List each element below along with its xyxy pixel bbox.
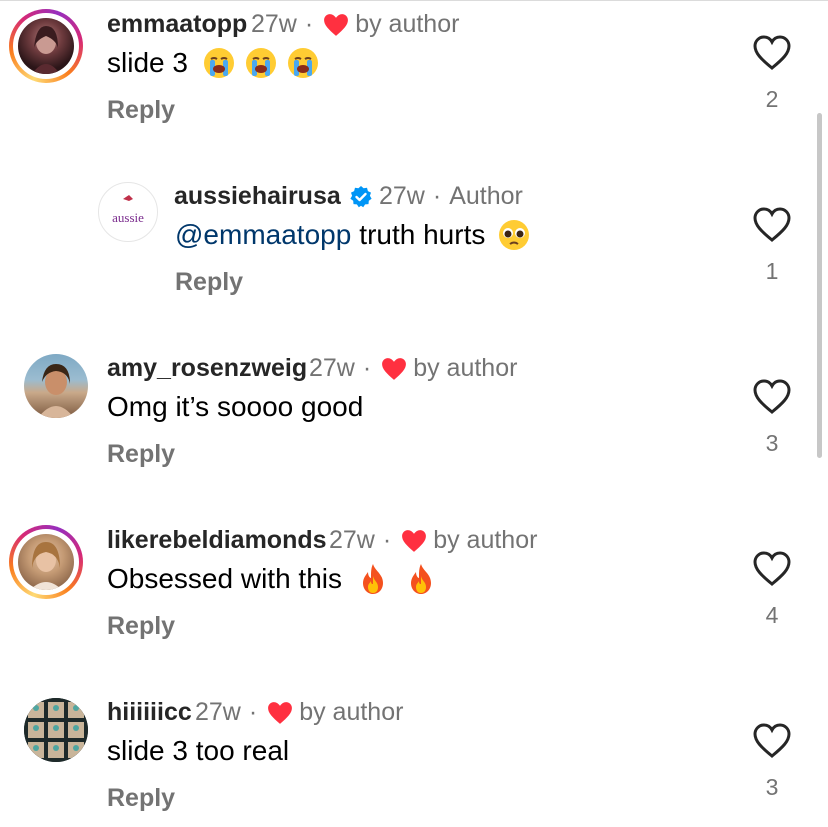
separator-dot: · <box>382 526 392 554</box>
comment-text: Omg it’s soooo good <box>107 389 363 425</box>
comment-time: 27w <box>379 182 425 210</box>
comment-username[interactable]: amy_rosenzweig <box>107 354 307 383</box>
like-count: 1 <box>765 258 779 284</box>
liked-by-author-label: by author <box>299 698 404 726</box>
comment-time: 27w <box>329 526 375 554</box>
comment-text: slide 3 too real <box>107 733 289 769</box>
author-label: Author <box>449 182 523 210</box>
comment-meta: 27w · by author <box>309 354 517 383</box>
loudly-crying-face-icon <box>245 48 276 78</box>
liked-by-author-label: by author <box>355 10 460 38</box>
comment-item: aussie aussiehairusa 27w · Author @emmaa… <box>0 172 828 332</box>
reply-button[interactable]: Reply <box>107 440 175 469</box>
avatar[interactable] <box>24 354 88 418</box>
verified-badge-icon <box>350 185 372 207</box>
avatar[interactable]: aussie <box>98 182 158 242</box>
aussie-logo-icon: aussie <box>112 195 144 225</box>
separator-dot: · <box>362 354 372 382</box>
pleading-face-icon <box>499 220 530 250</box>
like-heart-icon[interactable] <box>752 35 792 71</box>
liked-by-author-label: by author <box>433 526 538 554</box>
like-count: 3 <box>765 774 779 800</box>
author-heart-icon <box>268 701 293 724</box>
avatar[interactable] <box>24 698 88 762</box>
comment-body: Obsessed with this <box>107 563 342 594</box>
avatar-photo-icon <box>32 26 60 74</box>
comment-username[interactable]: hiiiiiicc <box>107 698 192 727</box>
liked-by-author-label: by author <box>413 354 518 382</box>
like-count: 3 <box>765 430 779 456</box>
avatar-photo-icon <box>30 542 62 590</box>
like-heart-icon[interactable] <box>752 379 792 415</box>
comment-item: likerebeldiamonds 27w · by author Obsess… <box>0 516 828 676</box>
comment-meta: 27w · by author <box>329 526 537 555</box>
comment-time: 27w <box>195 698 241 726</box>
comment-text: slide 3 <box>107 45 320 81</box>
like-count: 2 <box>765 86 779 112</box>
like-heart-icon[interactable] <box>752 723 792 759</box>
comment-item: hiiiiiicc 27w · by author slide 3 too re… <box>0 688 828 827</box>
aussie-logo-text: aussie <box>112 210 144 225</box>
author-heart-icon <box>382 357 407 380</box>
fire-icon <box>363 564 383 594</box>
loudly-crying-face-icon <box>287 48 318 78</box>
comment-body: slide 3 too real <box>107 735 290 766</box>
comment-body: truth hurts <box>359 219 486 250</box>
comment-username[interactable]: emmaatopp <box>107 10 247 39</box>
reply-button[interactable]: Reply <box>107 784 175 813</box>
comment-text: Obsessed with this <box>107 561 438 597</box>
comment-meta: 27w · Author <box>341 182 523 211</box>
separator-dot: · <box>248 698 258 726</box>
reply-button[interactable]: Reply <box>107 96 175 125</box>
comment-meta: 27w · by author <box>251 10 459 39</box>
comment-time: 27w <box>251 10 297 38</box>
separator-dot: · <box>432 182 442 210</box>
comment-username[interactable]: likerebeldiamonds <box>107 526 327 555</box>
avatar-photo-icon <box>38 364 74 418</box>
separator-dot: · <box>304 10 314 38</box>
comment-text: @emmaatopp truth hurts <box>175 217 531 253</box>
avatar[interactable] <box>9 9 83 83</box>
reply-button[interactable]: Reply <box>107 612 175 641</box>
comment-meta: 27w · by author <box>195 698 403 727</box>
like-count: 4 <box>765 602 779 628</box>
avatar-collage-icon <box>24 698 88 762</box>
comment-body: slide 3 <box>107 47 188 78</box>
scrollbar[interactable] <box>817 113 822 458</box>
avatar[interactable] <box>9 525 83 599</box>
fire-icon <box>411 564 431 594</box>
comment-time: 27w <box>309 354 355 382</box>
reply-button[interactable]: Reply <box>175 268 243 297</box>
comment-username[interactable]: aussiehairusa <box>174 182 341 211</box>
author-heart-icon <box>402 529 427 552</box>
mention-link[interactable]: @emmaatopp <box>175 219 351 251</box>
comment-item: amy_rosenzweig 27w · by author Omg it’s … <box>0 344 828 504</box>
like-heart-icon[interactable] <box>752 207 792 243</box>
author-heart-icon <box>324 13 349 36</box>
comment-body: Omg it’s soooo good <box>107 391 364 422</box>
comment-item: emmaatopp 27w · by author slide 3 Reply … <box>0 0 828 160</box>
like-heart-icon[interactable] <box>752 551 792 587</box>
loudly-crying-face-icon <box>203 48 234 78</box>
